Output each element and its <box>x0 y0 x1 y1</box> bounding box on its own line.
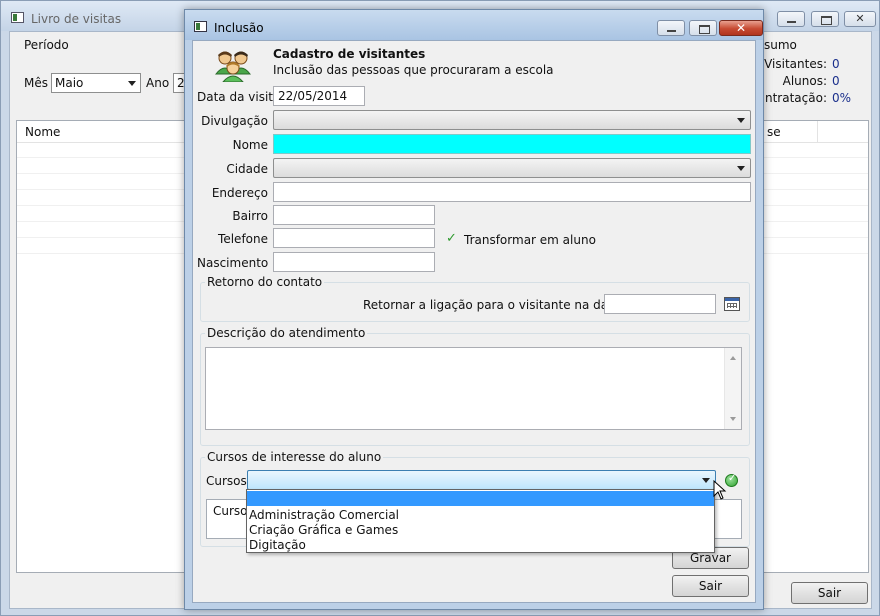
dropdown-option-empty[interactable] <box>247 491 714 506</box>
dialog-title: Inclusão <box>214 21 264 35</box>
dialog-close-button[interactable] <box>719 20 763 36</box>
col-right[interactable]: se <box>767 125 781 139</box>
cursos-dropdown-list[interactable]: Administração Comercial Criação Gráfica … <box>246 489 715 553</box>
main-window-title: Livro de visitas <box>31 12 122 26</box>
cursos-grid-header[interactable]: Curso <box>213 504 248 518</box>
cidade-select[interactable] <box>273 158 751 178</box>
visitantes-label: Visitantes: <box>764 57 827 71</box>
descricao-label: Descrição do atendimento <box>205 326 368 340</box>
chevron-down-icon <box>702 478 710 483</box>
nascimento-label: Nascimento <box>197 256 269 270</box>
mes-select[interactable]: Maio <box>51 73 141 93</box>
chevron-down-icon <box>128 81 136 86</box>
descricao-textarea[interactable] <box>205 347 742 430</box>
retorno-data-input[interactable] <box>604 294 716 314</box>
transformar-aluno-label[interactable]: Transformar em aluno <box>464 233 596 247</box>
dropdown-option[interactable]: Administração Comercial <box>247 508 714 523</box>
resumo-group: sumo Visitantes: 0 Alunos: 0 ntratação: … <box>750 37 873 109</box>
cidade-label: Cidade <box>226 162 268 176</box>
ano-label: Ano <box>146 76 170 90</box>
alunos-value: 0 <box>832 74 840 88</box>
retorno-text: Retornar a ligação para o visitante na d… <box>363 298 640 312</box>
dialog-window-icon <box>194 21 207 32</box>
visitantes-value: 0 <box>832 57 840 71</box>
sair-button[interactable]: Sair <box>672 575 749 597</box>
data-visita-input[interactable]: 22/05/2014 <box>273 86 365 106</box>
close-button[interactable] <box>844 11 876 27</box>
mes-value: Maio <box>55 76 84 90</box>
contratacao-value: 0% <box>832 91 852 105</box>
descricao-scrollbar[interactable] <box>724 348 741 429</box>
mouse-cursor-icon <box>713 480 727 500</box>
divulgacao-select[interactable] <box>273 110 751 130</box>
dropdown-option[interactable]: Criação Gráfica e Games <box>247 523 714 538</box>
contratacao-label: ntratação: <box>765 91 827 105</box>
scroll-up-icon[interactable] <box>730 356 736 360</box>
divulgacao-label: Divulgação <box>201 114 268 128</box>
resumo-label: sumo <box>764 38 797 52</box>
main-sair-button[interactable]: Sair <box>791 582 868 604</box>
cursos-label: Cursos <box>206 474 247 488</box>
calendar-icon[interactable] <box>724 297 740 311</box>
minimize-button[interactable] <box>777 11 805 27</box>
telefone-label: Telefone <box>218 232 268 246</box>
endereco-label: Endereço <box>211 186 268 200</box>
people-icon <box>215 51 251 82</box>
dialog-maximize-button[interactable] <box>689 20 717 36</box>
periodo-label: Período <box>24 38 69 52</box>
dialog-titlebar[interactable]: Inclusão <box>185 10 763 40</box>
telefone-input[interactable] <box>273 228 435 248</box>
scroll-down-icon[interactable] <box>730 417 736 421</box>
header-title: Cadastro de visitantes <box>273 47 426 61</box>
dialog-minimize-button[interactable] <box>657 20 685 36</box>
checkmark-icon[interactable]: ✓ <box>446 231 457 246</box>
bairro-label: Bairro <box>232 209 268 223</box>
dropdown-option[interactable]: Digitação <box>247 538 714 553</box>
data-visita-label: Data da visita <box>197 90 281 104</box>
cursos-group-label: Cursos de interesse do aluno <box>205 450 384 464</box>
retorno-label: Retorno do contato <box>205 275 325 289</box>
mes-label: Mês <box>24 76 48 90</box>
nascimento-input[interactable] <box>273 252 435 272</box>
maximize-button[interactable] <box>811 11 839 27</box>
header-subtitle: Inclusão das pessoas que procuraram a es… <box>273 63 554 77</box>
column-separator[interactable] <box>817 121 818 143</box>
cursos-select[interactable] <box>247 470 716 490</box>
alunos-label: Alunos: <box>782 74 827 88</box>
chevron-down-icon <box>737 118 745 123</box>
nome-label: Nome <box>232 138 268 152</box>
data-visita-value: 22/05/2014 <box>278 89 348 103</box>
bairro-input[interactable] <box>273 205 435 225</box>
col-nome[interactable]: Nome <box>25 125 60 139</box>
nome-input[interactable] <box>273 134 751 154</box>
app-window-icon <box>11 12 24 23</box>
chevron-down-icon <box>737 166 745 171</box>
endereco-input[interactable] <box>273 182 751 202</box>
